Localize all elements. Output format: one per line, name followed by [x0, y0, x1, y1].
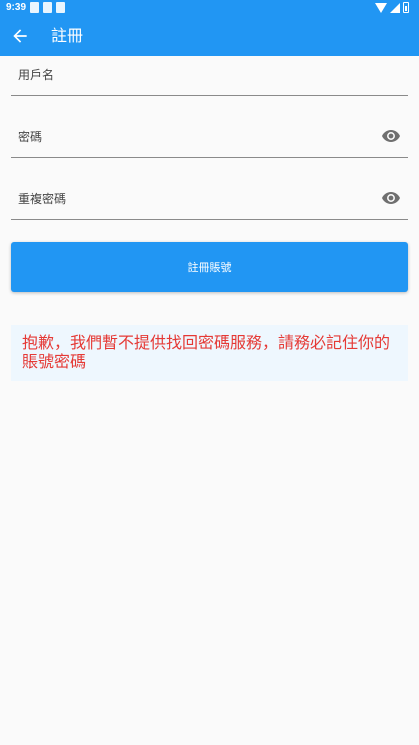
notification-icon [30, 2, 39, 13]
eye-icon[interactable] [382, 191, 400, 205]
confirm-password-field [11, 180, 408, 220]
battery-icon [403, 2, 409, 13]
wifi-icon [375, 2, 387, 13]
username-field [11, 56, 408, 96]
system-icons [375, 2, 409, 13]
eye-icon[interactable] [382, 129, 400, 143]
app-bar: 9:39 註冊 [0, 0, 419, 56]
signal-icon [390, 2, 400, 13]
status-time: 9:39 [6, 2, 27, 13]
notification-icons [30, 2, 65, 13]
confirm-password-input[interactable] [18, 188, 348, 210]
username-input[interactable] [18, 64, 348, 86]
password-input[interactable] [18, 126, 348, 148]
status-bar: 9:39 [0, 0, 419, 16]
notice-text: 抱歉，我們暫不提供找回密碼服務，請務必記住你的賬號密碼 [22, 333, 391, 371]
arrow-back-icon[interactable] [10, 26, 30, 46]
password-field [11, 118, 408, 158]
shield-icon [56, 2, 65, 13]
download-icon [43, 2, 52, 13]
notice-box: 抱歉，我們暫不提供找回密碼服務，請務必記住你的賬號密碼 [11, 325, 408, 381]
register-account-button[interactable]: 註冊賬號 [11, 242, 408, 292]
page-title: 註冊 [51, 26, 84, 45]
